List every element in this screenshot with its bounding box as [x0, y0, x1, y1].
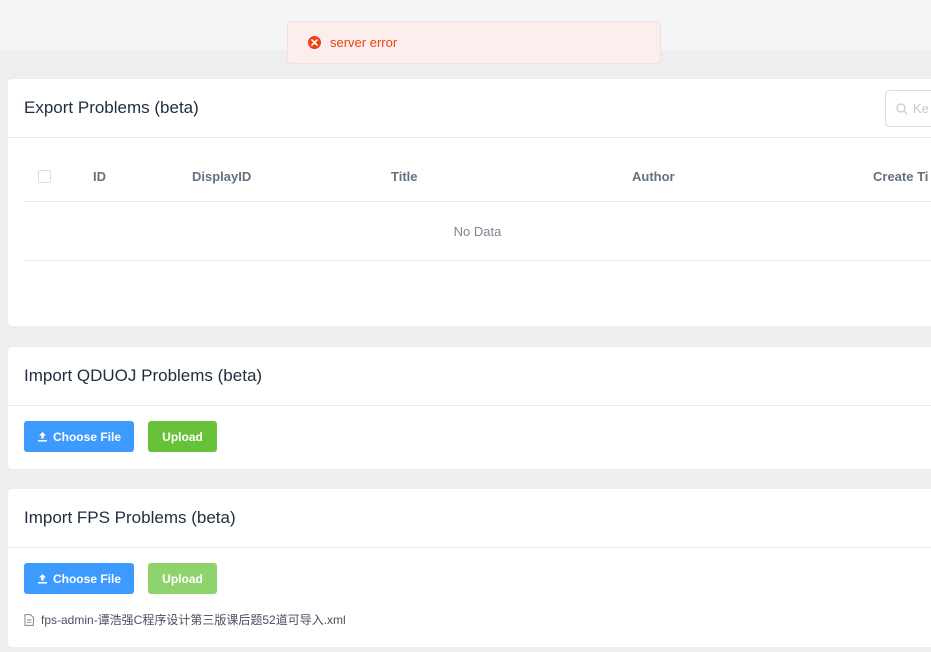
search-icon	[896, 102, 908, 115]
choose-file-button[interactable]: Choose File	[24, 421, 134, 452]
column-header-displayid[interactable]: DisplayID	[192, 170, 251, 184]
close-circle-icon	[308, 36, 321, 49]
import-fps-card: Import FPS Problems (beta) Choose File U…	[8, 489, 931, 647]
choose-file-label: Choose File	[52, 571, 121, 586]
column-header-create-time[interactable]: Create Ti	[873, 170, 928, 184]
upload-label: Upload	[162, 429, 203, 444]
selected-file: fps-admin-谭浩强C程序设计第三版课后题52道可导入.xml	[24, 611, 346, 628]
choose-file-label: Choose File	[52, 429, 121, 444]
empty-state: No Data	[24, 202, 931, 261]
card-title: Export Problems (beta)	[8, 79, 931, 138]
column-header-author[interactable]: Author	[632, 170, 675, 184]
problems-table: ID DisplayID Title Author Create Ti No D…	[24, 139, 931, 261]
error-notification: server error	[287, 21, 661, 64]
export-problems-card: Export Problems (beta) Ke ID DisplayID T…	[8, 79, 931, 326]
file-name: fps-admin-谭浩强C程序设计第三版课后题52道可导入.xml	[41, 613, 346, 627]
select-all-checkbox[interactable]	[38, 170, 51, 183]
notification-text: server error	[330, 35, 398, 50]
import-qduoj-card: Import QDUOJ Problems (beta) Choose File…	[8, 347, 931, 469]
upload-icon	[37, 432, 47, 442]
card-title: Import QDUOJ Problems (beta)	[8, 347, 931, 406]
column-header-title[interactable]: Title	[391, 170, 418, 184]
search-placeholder: Ke	[913, 101, 929, 116]
upload-label: Upload	[162, 571, 203, 586]
column-header-id[interactable]: ID	[93, 170, 106, 184]
card-title: Import FPS Problems (beta)	[8, 489, 931, 548]
document-icon	[24, 613, 34, 626]
upload-button[interactable]: Upload	[148, 421, 217, 452]
search-input[interactable]: Ke	[885, 90, 931, 127]
choose-file-button[interactable]: Choose File	[24, 563, 134, 594]
upload-icon	[37, 574, 47, 584]
upload-button[interactable]: Upload	[148, 563, 217, 594]
table-header: ID DisplayID Title Author Create Ti	[24, 139, 931, 202]
